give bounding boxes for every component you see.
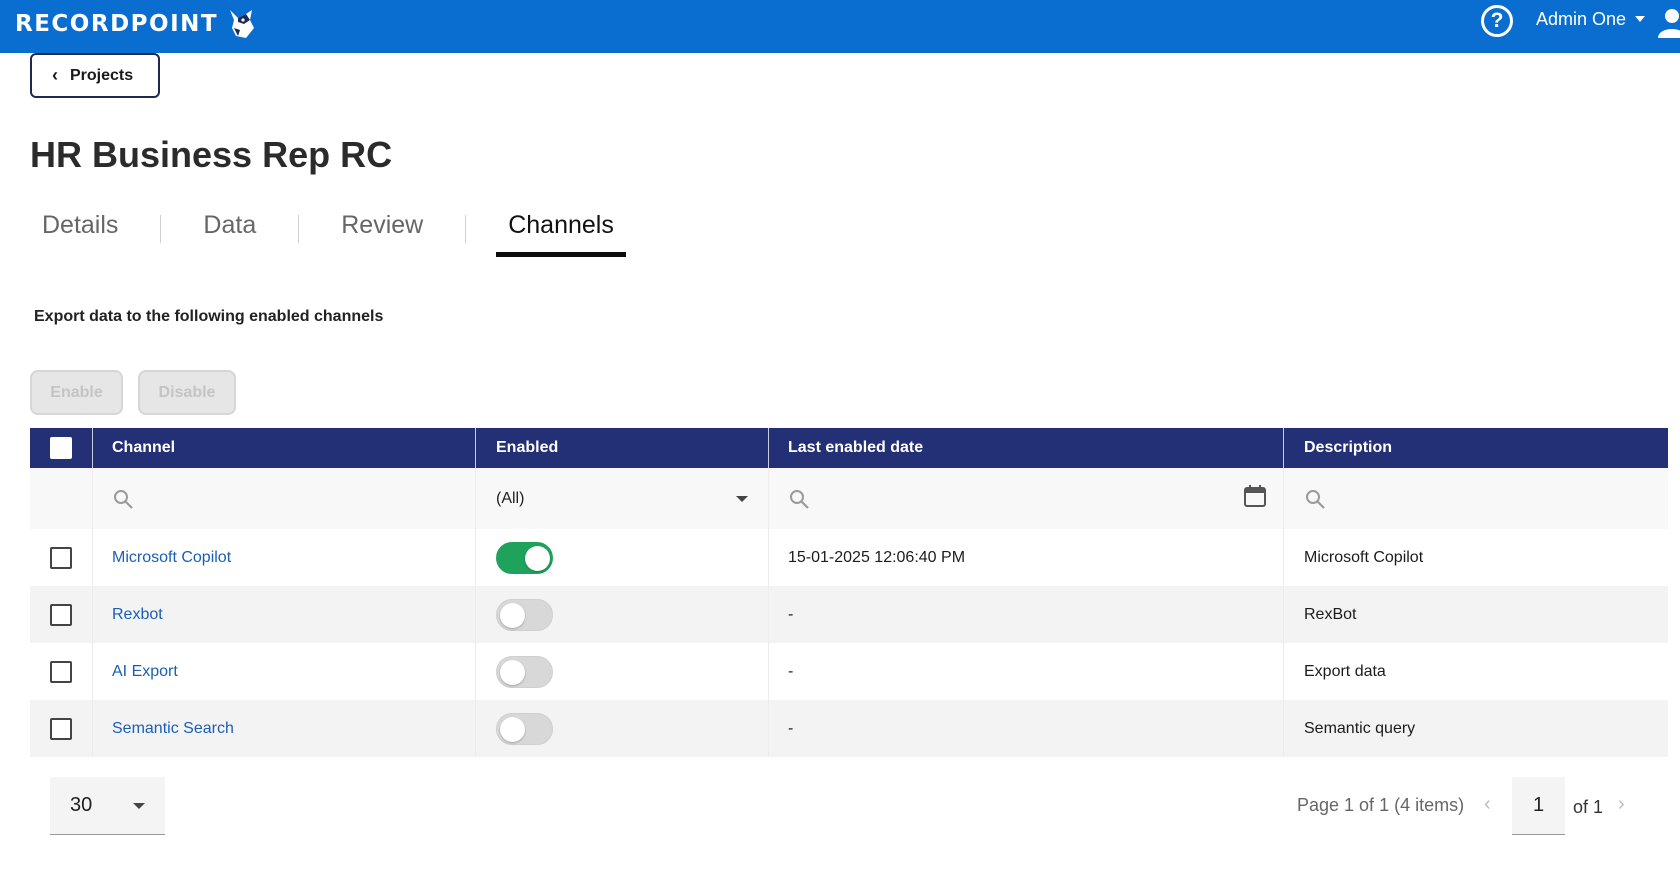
select-all-checkbox[interactable] [50, 437, 72, 459]
enabled-cell [475, 643, 768, 700]
description-cell: Semantic query [1283, 700, 1668, 757]
toggle-knob [525, 545, 550, 571]
back-to-projects-button[interactable]: ‹ Projects [30, 53, 160, 98]
row-checkbox[interactable] [50, 660, 72, 683]
last-enabled-date-cell: - [768, 586, 1283, 643]
page-size-value: 30 [70, 794, 93, 816]
row-checkbox[interactable] [50, 546, 72, 569]
column-header-last-enabled-date[interactable]: Last enabled date [768, 428, 1283, 468]
select-all-cell [30, 428, 92, 468]
tab-review[interactable]: Review [329, 205, 435, 257]
enabled-cell [475, 700, 768, 757]
row-select-cell [30, 700, 92, 757]
tab-bar: Details Data Review Channels [30, 205, 626, 257]
chevron-right-icon: › [1618, 793, 1625, 815]
page-size-select[interactable]: 30 [50, 777, 165, 835]
tab-divider [160, 215, 162, 243]
caret-down-icon [133, 802, 145, 809]
calendar-icon[interactable] [1243, 484, 1267, 508]
disable-button[interactable]: Disable [138, 370, 236, 415]
user-icon[interactable] [1658, 6, 1680, 38]
last-enabled-date-cell: - [768, 700, 1283, 757]
toggle-knob [500, 716, 525, 742]
channel-filter-input[interactable] [92, 468, 475, 529]
page-total-label: of 1 [1573, 797, 1604, 817]
enable-button[interactable]: Enable [30, 370, 123, 415]
search-icon [1306, 489, 1325, 509]
channel-cell: Rexbot [92, 586, 475, 643]
column-header-enabled[interactable]: Enabled [475, 428, 768, 468]
channel-cell: AI Export [92, 643, 475, 700]
enabled-cell [475, 529, 768, 586]
channel-cell: Microsoft Copilot [92, 529, 475, 586]
description-cell: Microsoft Copilot [1283, 529, 1668, 586]
column-header-description[interactable]: Description [1283, 428, 1668, 468]
pager-info: Page 1 of 1 (4 items) [1297, 795, 1465, 815]
chevron-left-icon: ‹ [1484, 793, 1491, 815]
description-cell: Export data [1283, 643, 1668, 700]
top-bar: RECORDPOINT ? Admin One [0, 0, 1680, 53]
row-checkbox[interactable] [50, 717, 72, 740]
tab-data[interactable]: Data [191, 205, 268, 257]
row-select-cell [30, 529, 92, 586]
prev-page-button[interactable]: ‹ [1484, 793, 1491, 816]
page-number-input[interactable]: 1 [1512, 777, 1565, 835]
enabled-cell [475, 586, 768, 643]
toggle-knob [500, 602, 525, 628]
channels-subheading: Export data to the following enabled cha… [34, 308, 384, 325]
tab-details[interactable]: Details [30, 205, 130, 257]
row-select-cell [30, 586, 92, 643]
user-menu-name[interactable]: Admin One [1536, 9, 1626, 30]
tab-divider [298, 215, 300, 243]
date-filter-input[interactable] [768, 468, 1283, 529]
toggle-knob [500, 659, 525, 685]
logo-text: RECORDPOINT [15, 11, 219, 37]
logo[interactable]: RECORDPOINT [15, 8, 256, 40]
filter-spacer [30, 468, 92, 529]
search-icon [790, 489, 809, 509]
channel-link[interactable]: AI Export [112, 663, 178, 681]
channel-link[interactable]: Rexbot [112, 606, 163, 624]
last-enabled-date-cell: - [768, 643, 1283, 700]
channel-cell: Semantic Search [92, 700, 475, 757]
table-row[interactable]: AI Export - Export data [30, 643, 1668, 700]
row-checkbox[interactable] [50, 603, 72, 626]
enabled-toggle[interactable] [496, 541, 553, 574]
chevron-left-icon: ‹ [52, 65, 58, 85]
channel-link[interactable]: Semantic Search [112, 720, 234, 738]
channel-link[interactable]: Microsoft Copilot [112, 549, 231, 567]
enabled-filter-select[interactable]: (All) [475, 468, 768, 529]
enabled-toggle[interactable] [496, 655, 553, 688]
logo-mascot-icon [230, 10, 255, 38]
enabled-toggle[interactable] [496, 598, 553, 631]
enabled-toggle[interactable] [496, 712, 553, 745]
enabled-filter-value: (All) [496, 489, 525, 507]
help-icon[interactable]: ? [1481, 5, 1513, 37]
caret-down-icon[interactable] [1635, 16, 1645, 22]
next-page-button[interactable]: › [1618, 793, 1625, 816]
table-header-row: Channel Enabled Last enabled date Descri… [30, 428, 1668, 468]
row-select-cell [30, 643, 92, 700]
channels-table: Channel Enabled Last enabled date Descri… [30, 428, 1668, 757]
tab-divider [465, 215, 467, 243]
back-button-label: Projects [70, 66, 134, 84]
column-header-channel[interactable]: Channel [92, 428, 475, 468]
description-cell: RexBot [1283, 586, 1668, 643]
search-icon [114, 489, 133, 509]
filter-row: (All) [30, 468, 1668, 529]
last-enabled-date-cell: 15-01-2025 12:06:40 PM [768, 529, 1283, 586]
tab-channels[interactable]: Channels [496, 205, 626, 257]
description-filter-input[interactable] [1283, 468, 1668, 529]
table-row[interactable]: Rexbot - RexBot [30, 586, 1668, 643]
table-row[interactable]: Semantic Search - Semantic query [30, 700, 1668, 757]
table-row[interactable]: Microsoft Copilot 15-01-2025 12:06:40 PM… [30, 529, 1668, 586]
page-title: HR Business Rep RC [30, 134, 393, 175]
caret-down-icon [736, 495, 748, 502]
